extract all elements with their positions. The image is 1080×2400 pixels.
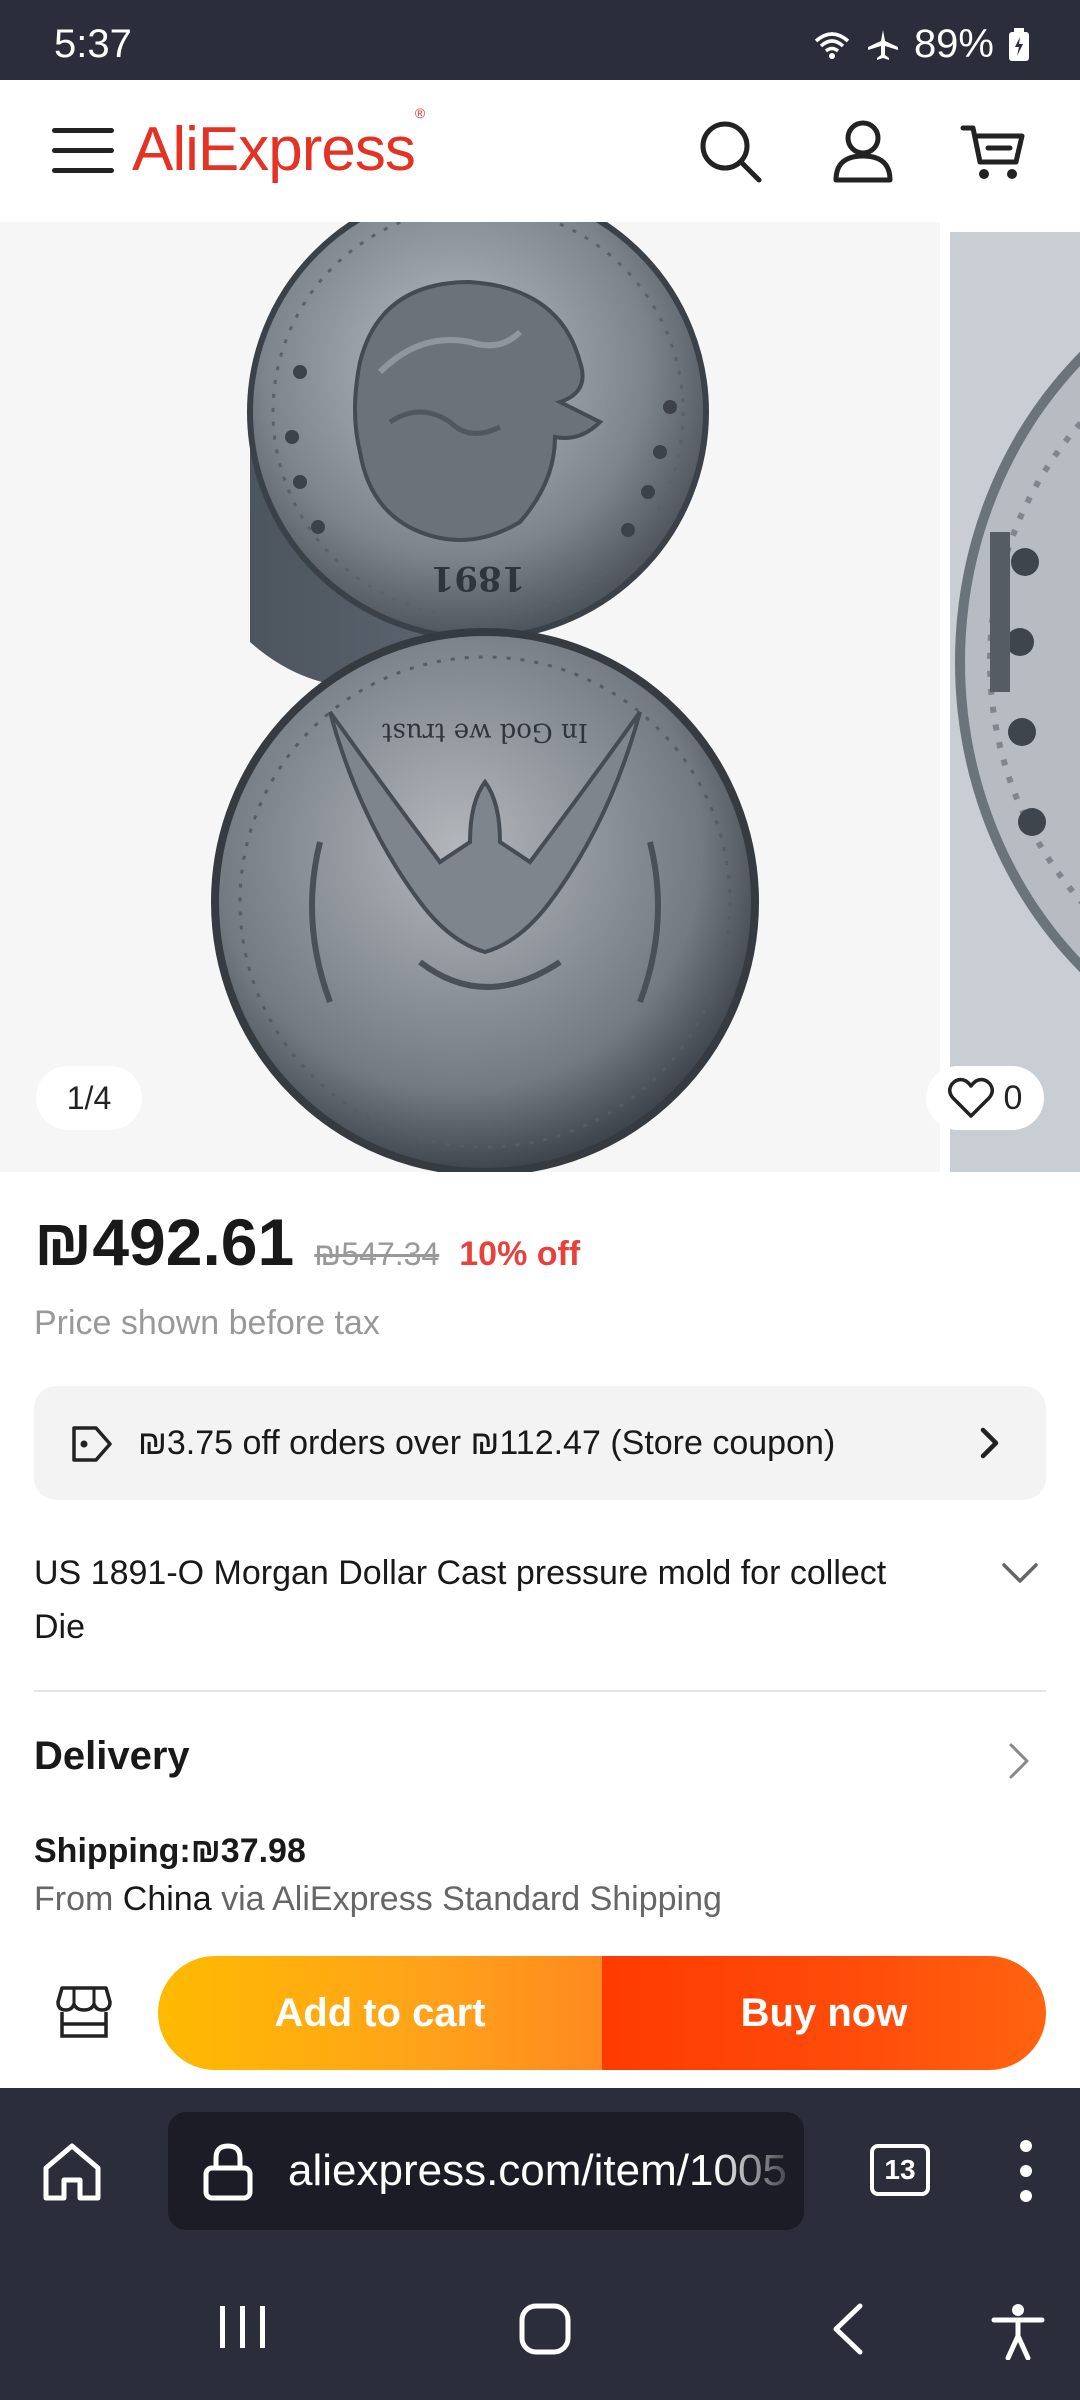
wishlist-button[interactable]: 0 (926, 1066, 1044, 1130)
browser-toolbar: aliexpress.com/item/1005 13 (0, 2088, 1080, 2256)
wifi-icon (814, 31, 850, 59)
chevron-down-icon[interactable] (1000, 1560, 1040, 1586)
home-icon[interactable] (40, 2140, 104, 2204)
status-bar: 5:37 89% (0, 0, 1080, 80)
original-price: ₪547.34 (314, 1236, 440, 1272)
address-bar[interactable]: aliexpress.com/item/1005 (168, 2112, 804, 2230)
add-to-cart-button[interactable]: Add to cart (158, 1956, 602, 2070)
image-pager: 1/4 (36, 1066, 142, 1130)
status-time: 5:37 (54, 22, 132, 66)
url-text: aliexpress.com/item/1005 (288, 2146, 787, 2195)
chevron-right-icon (980, 1427, 999, 1459)
divider (34, 1690, 1046, 1692)
discount-label: 10% off (459, 1235, 581, 1273)
search-icon[interactable] (697, 118, 763, 184)
coin-year: 1891 (431, 558, 526, 598)
store-icon[interactable] (54, 1982, 114, 2042)
current-price: ₪492.61 (34, 1205, 295, 1279)
status-icons: 89% (812, 22, 1030, 67)
accessibility-icon[interactable] (990, 2302, 1046, 2360)
coupon-text: ₪3.75 off orders over ₪112.47 (Store cou… (138, 1424, 836, 1462)
store-coupon[interactable]: ₪3.75 off orders over ₪112.47 (Store cou… (34, 1386, 1046, 1500)
coin-die-photo: 1891 In God we trust (211, 222, 759, 1172)
product-title[interactable]: US 1891-O Morgan Dollar Cast pressure mo… (34, 1546, 934, 1654)
next-image-preview[interactable] (950, 232, 1080, 1172)
shipping-origin: From China via AliExpress Standard Shipp… (34, 1880, 722, 1918)
tag-icon (72, 1426, 112, 1462)
tabs-button[interactable]: 13 (870, 2144, 930, 2196)
wishlist-count: 0 (1003, 1078, 1023, 1117)
app-header: AliExpress® (0, 80, 1080, 222)
aliexpress-logo[interactable]: AliExpress® (132, 105, 425, 185)
home-nav-icon[interactable] (518, 2302, 572, 2356)
shipping-cost: Shipping:₪37.98 (34, 1832, 306, 1870)
back-icon[interactable] (828, 2302, 868, 2356)
menu-icon[interactable] (52, 124, 114, 178)
coin-motto: In God we trust (381, 717, 587, 747)
product-image[interactable]: 1891 In God we trust (0, 222, 940, 1172)
product-gallery[interactable]: 1891 In God we trust 1/4 0 (0, 222, 1080, 1172)
chevron-right-icon[interactable] (1008, 1742, 1030, 1780)
recent-apps-icon[interactable] (216, 2302, 270, 2352)
price-row: ₪492.61 ₪547.34 10% off (34, 1204, 580, 1280)
battery-percent: 89% (913, 22, 994, 66)
buy-now-button[interactable]: Buy now (602, 1956, 1046, 2070)
cart-icon[interactable] (960, 118, 1026, 184)
battery-icon (1009, 27, 1029, 61)
product-info: ₪492.61 ₪547.34 10% off Price shown befo… (0, 1172, 1080, 1950)
airplane-icon (867, 29, 898, 60)
account-icon[interactable] (830, 118, 896, 184)
tax-note: Price shown before tax (34, 1304, 380, 1342)
delivery-heading[interactable]: Delivery (34, 1734, 190, 1779)
system-nav-bar (0, 2256, 1080, 2400)
more-options-icon[interactable] (1016, 2138, 1036, 2204)
heart-icon (947, 1077, 994, 1118)
purchase-bar: Add to cart Buy now (0, 1950, 1080, 2088)
lock-icon[interactable] (202, 2142, 254, 2202)
